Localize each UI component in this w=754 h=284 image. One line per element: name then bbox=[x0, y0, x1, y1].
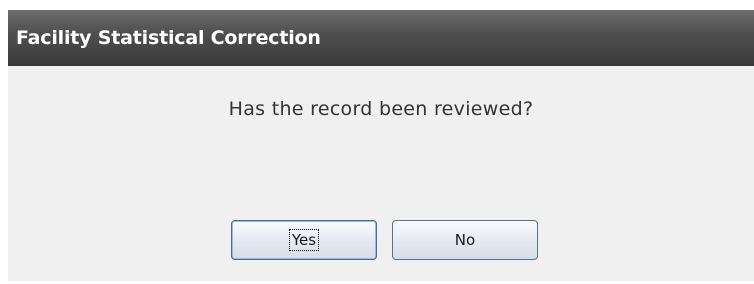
dialog-title: Facility Statistical Correction bbox=[8, 10, 754, 66]
yes-button[interactable]: Yes bbox=[231, 220, 377, 260]
dialog-button-row: Yes No bbox=[231, 220, 538, 260]
yes-button-label: Yes bbox=[288, 229, 320, 251]
dialog-message: Has the record been reviewed? bbox=[228, 98, 534, 120]
no-button[interactable]: No bbox=[392, 220, 538, 260]
no-button-label: No bbox=[454, 231, 476, 249]
dialog-body: Has the record been reviewed? Yes No bbox=[8, 66, 754, 281]
confirmation-dialog: Facility Statistical Correction Has the … bbox=[8, 10, 754, 281]
